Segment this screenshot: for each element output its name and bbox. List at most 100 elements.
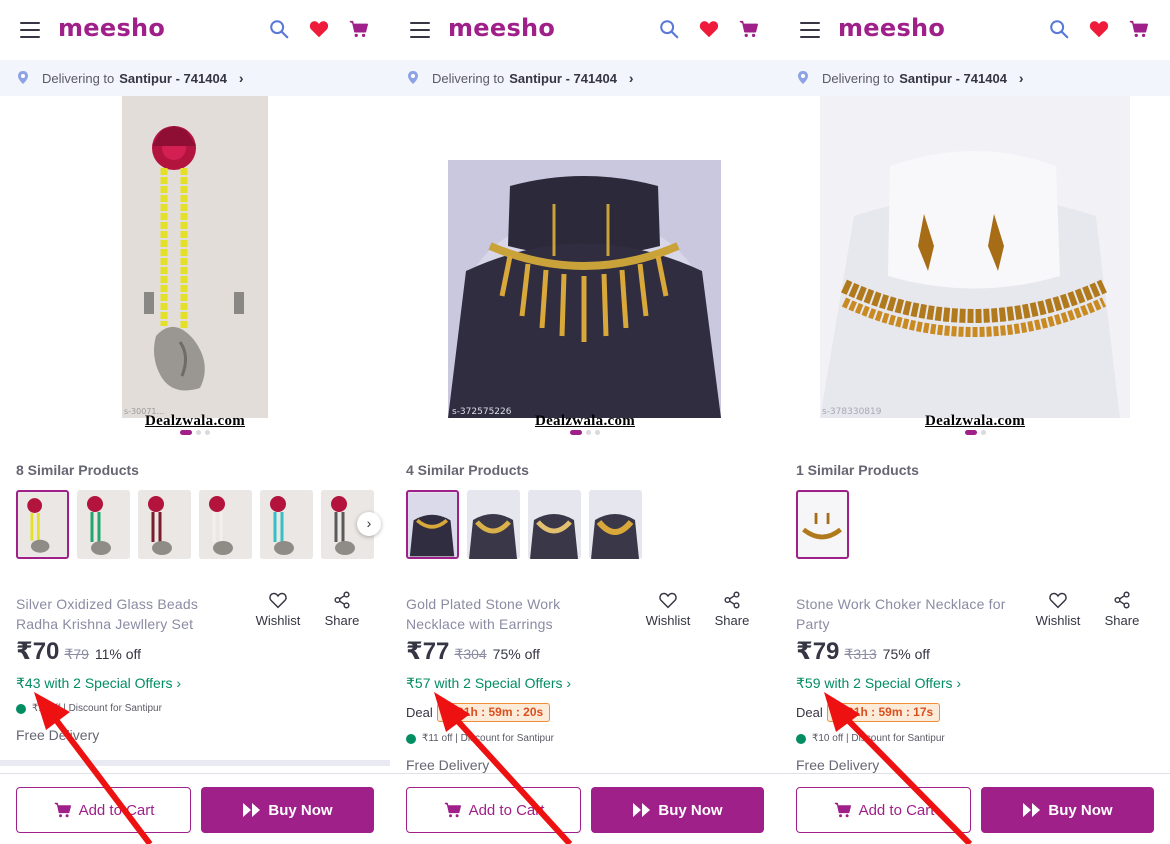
buy-now-button[interactable]: Buy Now — [591, 787, 764, 833]
delivery-location: Santipur - 741404 — [899, 70, 1007, 86]
cart-icon[interactable] — [1128, 18, 1150, 40]
deal-label: Deal — [796, 705, 823, 720]
share-button[interactable]: Share — [1094, 591, 1150, 628]
deal-row: Deal ⏱ 01h : 59m : 20s — [406, 703, 551, 722]
heart-icon[interactable] — [698, 18, 720, 40]
similar-products-list — [16, 490, 374, 559]
wishlist-button[interactable]: Wishlist — [640, 591, 696, 628]
similar-thumb[interactable] — [467, 490, 520, 559]
deal-timer-text: 01h : 59m : 20s — [457, 705, 544, 719]
deal-timer: ⏱ 01h : 59m : 20s — [436, 703, 551, 722]
heart-outline-icon — [269, 592, 287, 609]
similar-thumb[interactable] — [16, 490, 69, 559]
heart-icon[interactable] — [1088, 18, 1110, 40]
special-offers-link[interactable]: ₹57 with 2 Special Offers › — [406, 675, 571, 692]
similar-thumb[interactable] — [406, 490, 459, 559]
price: ₹70 — [16, 638, 60, 665]
special-offers-link[interactable]: ₹59 with 2 Special Offers › — [796, 675, 961, 692]
location-pin-icon — [18, 71, 28, 84]
search-icon[interactable] — [658, 18, 680, 40]
menu-icon[interactable] — [800, 22, 820, 38]
heart-outline-icon — [1049, 592, 1067, 609]
share-button[interactable]: Share — [704, 591, 760, 628]
location-pin-icon — [408, 71, 418, 84]
carousel-dots — [0, 430, 390, 435]
buy-now-label: Buy Now — [1048, 801, 1113, 819]
price: ₹79 — [796, 638, 840, 665]
menu-icon[interactable] — [410, 22, 430, 38]
double-play-icon — [243, 803, 261, 817]
cart-icon — [54, 802, 71, 818]
double-play-icon — [633, 803, 651, 817]
share-button[interactable]: Share — [314, 591, 370, 628]
search-icon[interactable] — [268, 18, 290, 40]
similar-products-title: 4 Similar Products — [406, 462, 529, 478]
watermark: Dealzwala.com — [144, 413, 246, 429]
bottom-action-bar: Add to Cart Buy Now — [780, 773, 1170, 844]
add-to-cart-button[interactable]: Add to Cart — [406, 787, 581, 833]
free-delivery: Free Delivery — [16, 727, 100, 743]
similar-thumb[interactable] — [796, 490, 849, 559]
discount-percent: 75% off — [882, 646, 930, 662]
meesho-logo[interactable]: meesho — [838, 14, 945, 42]
check-circle-icon — [406, 733, 416, 744]
buy-now-button[interactable]: Buy Now — [981, 787, 1154, 833]
meesho-logo[interactable]: meesho — [448, 14, 555, 42]
add-to-cart-button[interactable]: Add to Cart — [796, 787, 971, 833]
product-image[interactable]: s-30071... — [122, 96, 268, 418]
product-image[interactable]: s-372575226 — [390, 96, 780, 418]
wishlist-button[interactable]: Wishlist — [250, 591, 306, 628]
discount-line: ₹11 off | Discount for Santipur — [406, 733, 554, 744]
chevron-right-icon[interactable]: › — [357, 512, 381, 536]
buy-now-label: Buy Now — [658, 801, 723, 819]
similar-thumb[interactable] — [199, 490, 252, 559]
similar-thumb[interactable] — [77, 490, 130, 559]
mrp: ₹79 — [64, 646, 89, 662]
delivery-location: Santipur - 741404 — [509, 70, 617, 86]
check-circle-icon — [16, 703, 26, 714]
app-header: meesho — [0, 0, 390, 60]
delivery-bar[interactable]: Delivering to Santipur - 741404 › — [390, 60, 780, 96]
product-panel-2: meesho Delivering to Santipur - 741404 ›… — [390, 0, 780, 844]
product-name: Silver Oxidized Glass Beads Radha Krishn… — [16, 596, 199, 632]
carousel-dots — [390, 430, 780, 435]
stopwatch-icon: ⏱ — [443, 705, 454, 719]
add-to-cart-button[interactable]: Add to Cart — [16, 787, 191, 833]
double-play-icon — [1023, 803, 1041, 817]
delivery-bar[interactable]: Delivering to Santipur - 741404 › — [0, 60, 390, 96]
deal-label: Deal — [406, 705, 433, 720]
watermark: Dealzwala.com — [924, 413, 1026, 429]
product-panel-1: meesho Delivering to Santipur - 741404 ›… — [0, 0, 390, 844]
buy-now-button[interactable]: Buy Now — [201, 787, 374, 833]
delivery-location: Santipur - 741404 — [119, 70, 227, 86]
similar-thumb[interactable] — [589, 490, 642, 559]
discount-percent: 11% off — [94, 646, 142, 662]
delivery-bar[interactable]: Delivering to Santipur - 741404 › — [780, 60, 1170, 96]
menu-icon[interactable] — [20, 22, 40, 38]
wishlist-label: Wishlist — [255, 613, 301, 628]
similar-thumb[interactable] — [138, 490, 191, 559]
similar-thumb[interactable] — [528, 490, 581, 559]
heart-icon[interactable] — [308, 18, 330, 40]
bottom-action-bar: Add to Cart Buy Now — [0, 773, 390, 844]
carousel-dots — [780, 430, 1170, 435]
wishlist-button[interactable]: Wishlist — [1030, 591, 1086, 628]
product-image[interactable]: s-378330819 — [780, 96, 1170, 418]
search-icon[interactable] — [1048, 18, 1070, 40]
similar-thumb[interactable] — [260, 490, 313, 559]
price: ₹77 — [406, 638, 450, 665]
watermark: Dealzwala.com — [534, 413, 636, 429]
share-label: Share — [714, 613, 750, 628]
special-offers-link[interactable]: ₹43 with 2 Special Offers › — [16, 675, 181, 692]
heart-outline-icon — [659, 592, 677, 609]
chevron-right-icon: › — [238, 70, 244, 86]
buy-now-label: Buy Now — [268, 801, 333, 819]
product-panel-3: meesho Delivering to Santipur - 741404 ›… — [780, 0, 1170, 844]
cart-icon[interactable] — [738, 18, 760, 40]
chevron-right-icon: › — [628, 70, 634, 86]
cart-icon — [444, 802, 461, 818]
cart-icon[interactable] — [348, 18, 370, 40]
meesho-logo[interactable]: meesho — [58, 14, 165, 42]
deal-row: Deal ⏱ 01h : 59m : 17s — [796, 703, 941, 722]
check-circle-icon — [796, 733, 806, 744]
